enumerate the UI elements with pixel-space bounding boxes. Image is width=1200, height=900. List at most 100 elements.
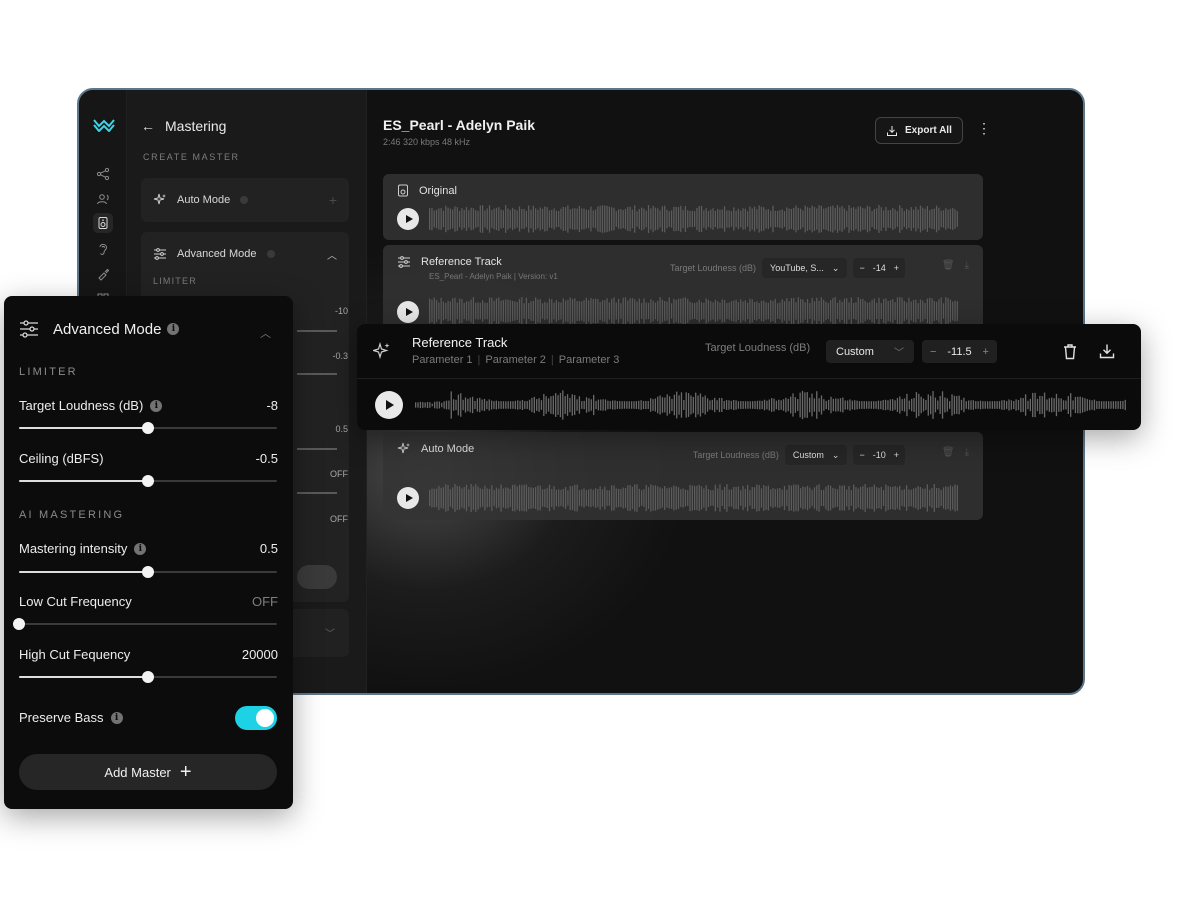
waveform-bar: [853, 484, 855, 512]
waveform-bar: [1008, 399, 1010, 411]
back-arrow-icon[interactable]: ←: [141, 118, 155, 134]
slider-handle[interactable]: [142, 475, 154, 487]
advanced-mode-header[interactable]: Advanced Mode i: [19, 320, 180, 338]
waveform-bar: [523, 303, 525, 319]
original-card: Original: [383, 174, 983, 240]
waveform-bar: [419, 401, 422, 409]
waveform-bar: [813, 207, 816, 231]
trash-icon[interactable]: [1062, 343, 1078, 360]
low-cut-slider[interactable]: [13, 618, 277, 630]
loudness-stepper[interactable]: − -10 +: [853, 445, 905, 465]
waveform-bar: [882, 299, 885, 323]
high-cut-slider[interactable]: [19, 671, 277, 683]
waveform-bar: [813, 487, 816, 509]
waveform-bar: [525, 297, 528, 325]
waveform-bar: [479, 302, 481, 320]
waveform-bar: [892, 486, 894, 510]
waveform-bar: [853, 207, 855, 231]
waveform-bar: [710, 209, 712, 229]
loudness-preset-select[interactable]: YouTube, S... ⌄: [762, 258, 848, 278]
preserve-bass-toggle[interactable]: [235, 706, 277, 730]
loudness-preset-select[interactable]: Custom ﹀: [826, 340, 914, 363]
waveform-bar: [645, 484, 647, 512]
users-icon[interactable]: [93, 189, 113, 209]
slider-handle[interactable]: [142, 566, 154, 578]
mastering-intensity-value: 0.5: [259, 541, 278, 556]
loudness-stepper[interactable]: − -11.5 +: [922, 340, 997, 363]
waveform-bar: [647, 205, 650, 233]
plus-icon[interactable]: +: [894, 263, 899, 273]
download-icon[interactable]: ⤓: [965, 260, 969, 271]
waveform-bar: [611, 298, 613, 324]
minus-icon[interactable]: −: [859, 263, 864, 273]
waveform-bar: [518, 484, 521, 512]
waveform-bar: [546, 207, 548, 231]
waveform-bar: [475, 210, 477, 228]
add-master-button[interactable]: Add Master +: [19, 754, 277, 790]
target-loudness-label: Target Loudness (dB): [19, 398, 144, 413]
play-button[interactable]: [397, 487, 419, 509]
chevron-up-icon[interactable]: ︿: [260, 325, 271, 341]
sliders-icon: [154, 248, 166, 260]
waveform-bar: [502, 210, 505, 228]
info-icon[interactable]: i: [167, 323, 180, 335]
trash-icon[interactable]: 🗑: [942, 260, 955, 271]
waveform-bar: [613, 485, 615, 511]
download-icon[interactable]: [1099, 343, 1115, 359]
waveform-bar: [666, 394, 668, 416]
waveform-bar: [680, 489, 682, 507]
waveform-bar: [783, 486, 786, 510]
waveform-bar: [449, 208, 452, 230]
play-button[interactable]: [397, 301, 419, 323]
waveform-bar: [468, 210, 470, 228]
plus-icon[interactable]: +: [983, 346, 989, 358]
waveform-bar: [517, 400, 519, 410]
minus-icon[interactable]: −: [930, 346, 936, 358]
minus-icon[interactable]: −: [859, 450, 864, 460]
waveform-bar: [442, 210, 445, 228]
waveform-bar: [521, 209, 523, 229]
auto-mode-card[interactable]: Auto Mode +: [141, 178, 349, 222]
speaker-icon[interactable]: [93, 213, 113, 233]
loudness-stepper[interactable]: − -14 +: [853, 258, 905, 278]
info-icon[interactable]: i: [110, 711, 123, 724]
waveform-bar: [779, 488, 781, 508]
waveform-bar: [703, 488, 705, 508]
mastering-intensity-slider[interactable]: [19, 566, 277, 578]
waveform-bar: [787, 398, 789, 412]
slider-handle[interactable]: [13, 618, 25, 630]
more-icon[interactable]: ⋮: [977, 121, 991, 135]
info-icon[interactable]: i: [134, 542, 147, 555]
share-icon[interactable]: [93, 164, 113, 184]
slider-handle[interactable]: [142, 671, 154, 683]
waveform-bar: [695, 392, 697, 418]
ear-icon[interactable]: [93, 239, 113, 259]
trash-icon[interactable]: 🗑: [942, 447, 955, 458]
waveform-bar: [899, 485, 901, 511]
plus-icon[interactable]: +: [329, 192, 337, 208]
waveform-bar: [857, 206, 859, 232]
export-all-button[interactable]: Export All: [875, 117, 963, 144]
ceiling-slider[interactable]: [19, 475, 277, 487]
plus-icon[interactable]: +: [894, 450, 899, 460]
waveform-bar: [507, 487, 509, 509]
logo-icon[interactable]: [93, 118, 115, 132]
panel-header[interactable]: ← Mastering: [141, 118, 226, 134]
brush-icon[interactable]: [93, 264, 113, 284]
target-loudness-slider[interactable]: [19, 422, 277, 434]
loudness-preset-select[interactable]: Custom ⌄: [784, 445, 848, 465]
waveform-bar: [949, 299, 952, 323]
play-button[interactable]: [375, 391, 403, 419]
waveform-bar: [882, 399, 884, 411]
slider-handle[interactable]: [142, 422, 154, 434]
download-icon[interactable]: ⤓: [965, 447, 969, 458]
play-button[interactable]: [397, 208, 419, 230]
waveform-bar: [546, 488, 548, 508]
chevron-up-icon[interactable]: ︿: [327, 247, 337, 262]
waveform-bar: [931, 487, 933, 509]
waveform-bar: [597, 399, 600, 411]
waveform-bar: [853, 302, 855, 320]
info-icon[interactable]: i: [150, 399, 163, 412]
waveform-bar: [871, 299, 873, 323]
waveform-bar: [1029, 398, 1031, 412]
